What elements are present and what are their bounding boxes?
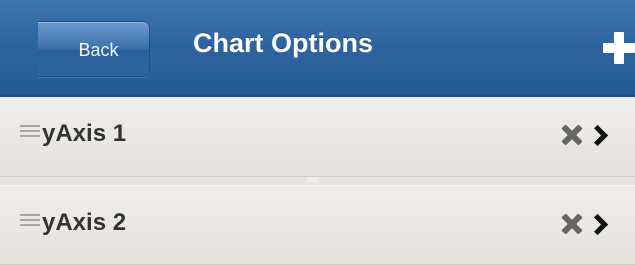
chart-options-screen: Back Chart Options DeepSee yAxis 1 yAxis…	[0, 0, 635, 265]
list-item-yaxis-1[interactable]: yAxis 1	[0, 97, 635, 177]
close-icon[interactable]	[561, 124, 583, 146]
chevron-right-icon[interactable]	[588, 214, 608, 234]
close-icon[interactable]	[561, 213, 583, 235]
drag-handle-icon[interactable]	[20, 121, 40, 141]
page-title: Chart Options	[193, 28, 373, 58]
list-item-label: yAxis 1	[42, 120, 127, 147]
plus-icon-horizontal-bar	[603, 43, 635, 53]
list-item-yaxis-2[interactable]: yAxis 2	[0, 185, 635, 265]
chevron-right-icon[interactable]	[588, 125, 608, 145]
top-navigation-bar: Back Chart Options	[0, 0, 635, 97]
plus-icon[interactable]	[603, 25, 635, 71]
chart-option-list: yAxis 1 yAxis 2	[0, 97, 635, 265]
back-button[interactable]: Back	[38, 21, 150, 77]
list-item-label: yAxis 2	[42, 209, 127, 236]
drag-handle-icon[interactable]	[20, 210, 40, 230]
